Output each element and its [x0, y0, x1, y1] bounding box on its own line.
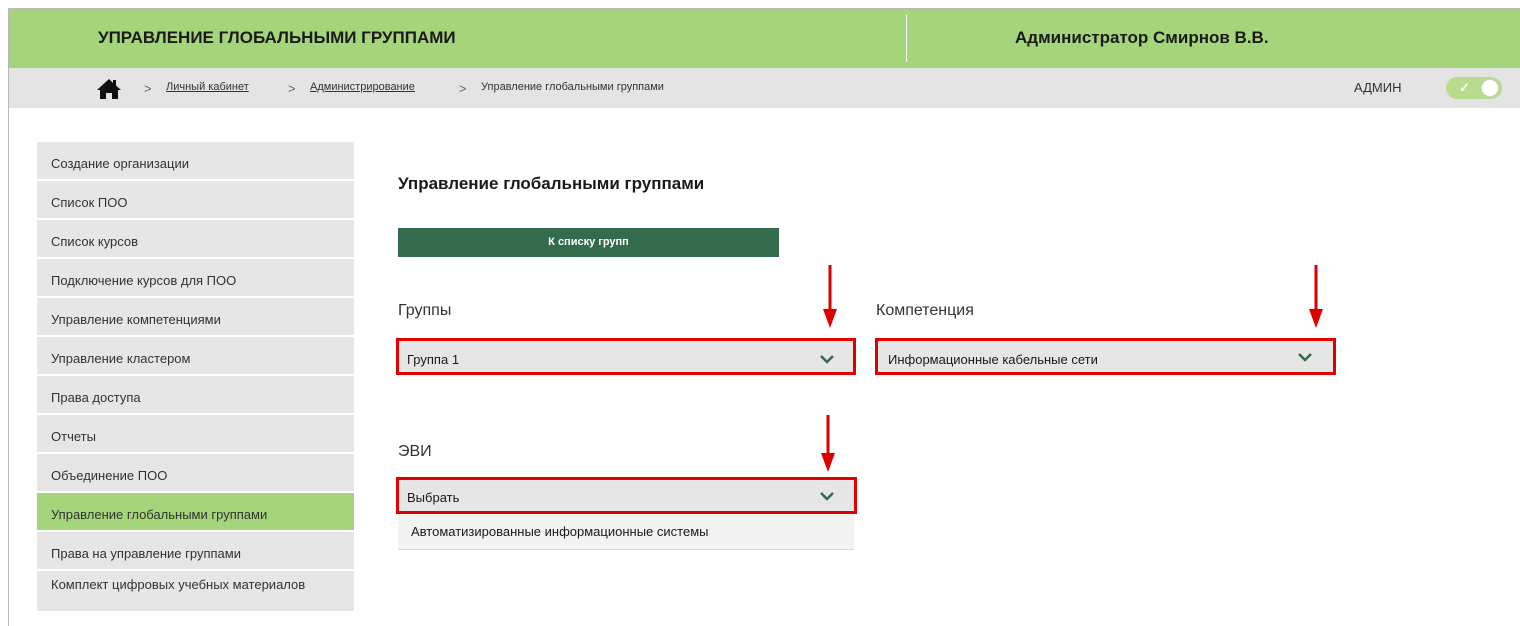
- sidebar-item-label: Список курсов: [51, 234, 139, 249]
- breadcrumb-separator: >: [144, 81, 152, 96]
- annotation-arrow-icon: [1309, 265, 1323, 328]
- sidebar-item-reports[interactable]: Отчеты: [37, 415, 354, 454]
- sidebar-item-poo-list[interactable]: Список ПОО: [37, 181, 354, 220]
- evi-dropdown-list: Автоматизированные информационные систем…: [398, 515, 854, 550]
- groups-select-value: Группа 1: [407, 352, 460, 367]
- sidebar-item-access-rights[interactable]: Права доступа: [37, 376, 354, 415]
- top-header: УПРАВЛЕНИЕ ГЛОБАЛЬНЫМИ ГРУППАМИ Админист…: [9, 9, 1520, 68]
- sidebar-item-label: Управление компетенциями: [51, 312, 221, 327]
- sidebar-menu: Создание организации Список ПОО Список к…: [37, 142, 354, 613]
- chevron-down-icon: [820, 355, 834, 364]
- annotation-arrow-icon: [821, 415, 835, 472]
- breadcrumb-separator: >: [459, 81, 467, 96]
- user-name[interactable]: Администратор Смирнов В.В.: [1015, 28, 1269, 48]
- role-label: АДМИН: [1354, 80, 1402, 95]
- annotation-arrow-icon: [823, 265, 837, 328]
- sidebar-item-create-org[interactable]: Создание организации: [37, 142, 354, 181]
- breadcrumb-separator: >: [288, 81, 296, 96]
- chevron-down-icon: [1298, 353, 1312, 362]
- competence-label: Компетенция: [876, 302, 974, 319]
- header-divider: [906, 15, 907, 62]
- check-icon: ✓: [1459, 80, 1470, 95]
- home-icon[interactable]: [96, 78, 122, 100]
- competence-select[interactable]: Информационные кабельные сети: [875, 338, 1336, 375]
- sidebar-item-group-rights[interactable]: Права на управление группами: [37, 532, 354, 571]
- sidebar-item-label: Комплект цифровых учебных материалов: [51, 577, 306, 592]
- sidebar-item-label: Создание организации: [51, 156, 189, 171]
- sidebar-item-label: Отчеты: [51, 429, 96, 444]
- breadcrumb-link-admin[interactable]: Администрирование: [310, 81, 415, 93]
- sidebar-item-label: Права доступа: [51, 390, 141, 405]
- sidebar-item-label: Управление глобальными группами: [51, 507, 268, 522]
- sidebar-item-course-connect[interactable]: Подключение курсов для ПОО: [37, 259, 354, 298]
- groups-select[interactable]: Группа 1: [396, 338, 856, 375]
- sidebar-item-label: Список ПОО: [51, 195, 128, 210]
- evi-select-value: Выбрать: [407, 490, 460, 505]
- back-to-groups-button[interactable]: К списку групп: [398, 228, 779, 257]
- sidebar-item-global-groups[interactable]: Управление глобальными группами: [37, 493, 354, 532]
- breadcrumb: > Личный кабинет > Администрирование > У…: [9, 68, 1520, 108]
- chevron-down-icon: [820, 492, 834, 501]
- role-toggle[interactable]: ✓: [1446, 77, 1502, 99]
- sidebar-item-poo-merge[interactable]: Объединение ПОО: [37, 454, 354, 493]
- breadcrumb-link-cabinet[interactable]: Личный кабинет: [166, 81, 249, 93]
- sidebar-item-label: Права на управление группами: [51, 546, 241, 561]
- evi-option[interactable]: Автоматизированные информационные систем…: [411, 524, 708, 539]
- evi-label: ЭВИ: [398, 443, 432, 460]
- app-title: УПРАВЛЕНИЕ ГЛОБАЛЬНЫМИ ГРУППАМИ: [98, 28, 456, 47]
- competence-select-value: Информационные кабельные сети: [888, 352, 1098, 367]
- sidebar-item-digital-materials[interactable]: Комплект цифровых учебных материалов: [37, 571, 354, 613]
- toggle-knob: [1481, 79, 1499, 97]
- sidebar-item-label: Управление кластером: [51, 351, 191, 366]
- sidebar-item-cluster[interactable]: Управление кластером: [37, 337, 354, 376]
- sidebar-item-label: Подключение курсов для ПОО: [51, 273, 237, 288]
- sidebar-item-competences[interactable]: Управление компетенциями: [37, 298, 354, 337]
- sidebar-item-course-list[interactable]: Список курсов: [37, 220, 354, 259]
- breadcrumb-current: Управление глобальными группами: [481, 81, 664, 93]
- evi-select[interactable]: Выбрать: [396, 477, 857, 514]
- page-title: Управление глобальными группами: [398, 174, 705, 193]
- sidebar-item-label: Объединение ПОО: [51, 468, 168, 483]
- groups-label: Группы: [398, 302, 452, 319]
